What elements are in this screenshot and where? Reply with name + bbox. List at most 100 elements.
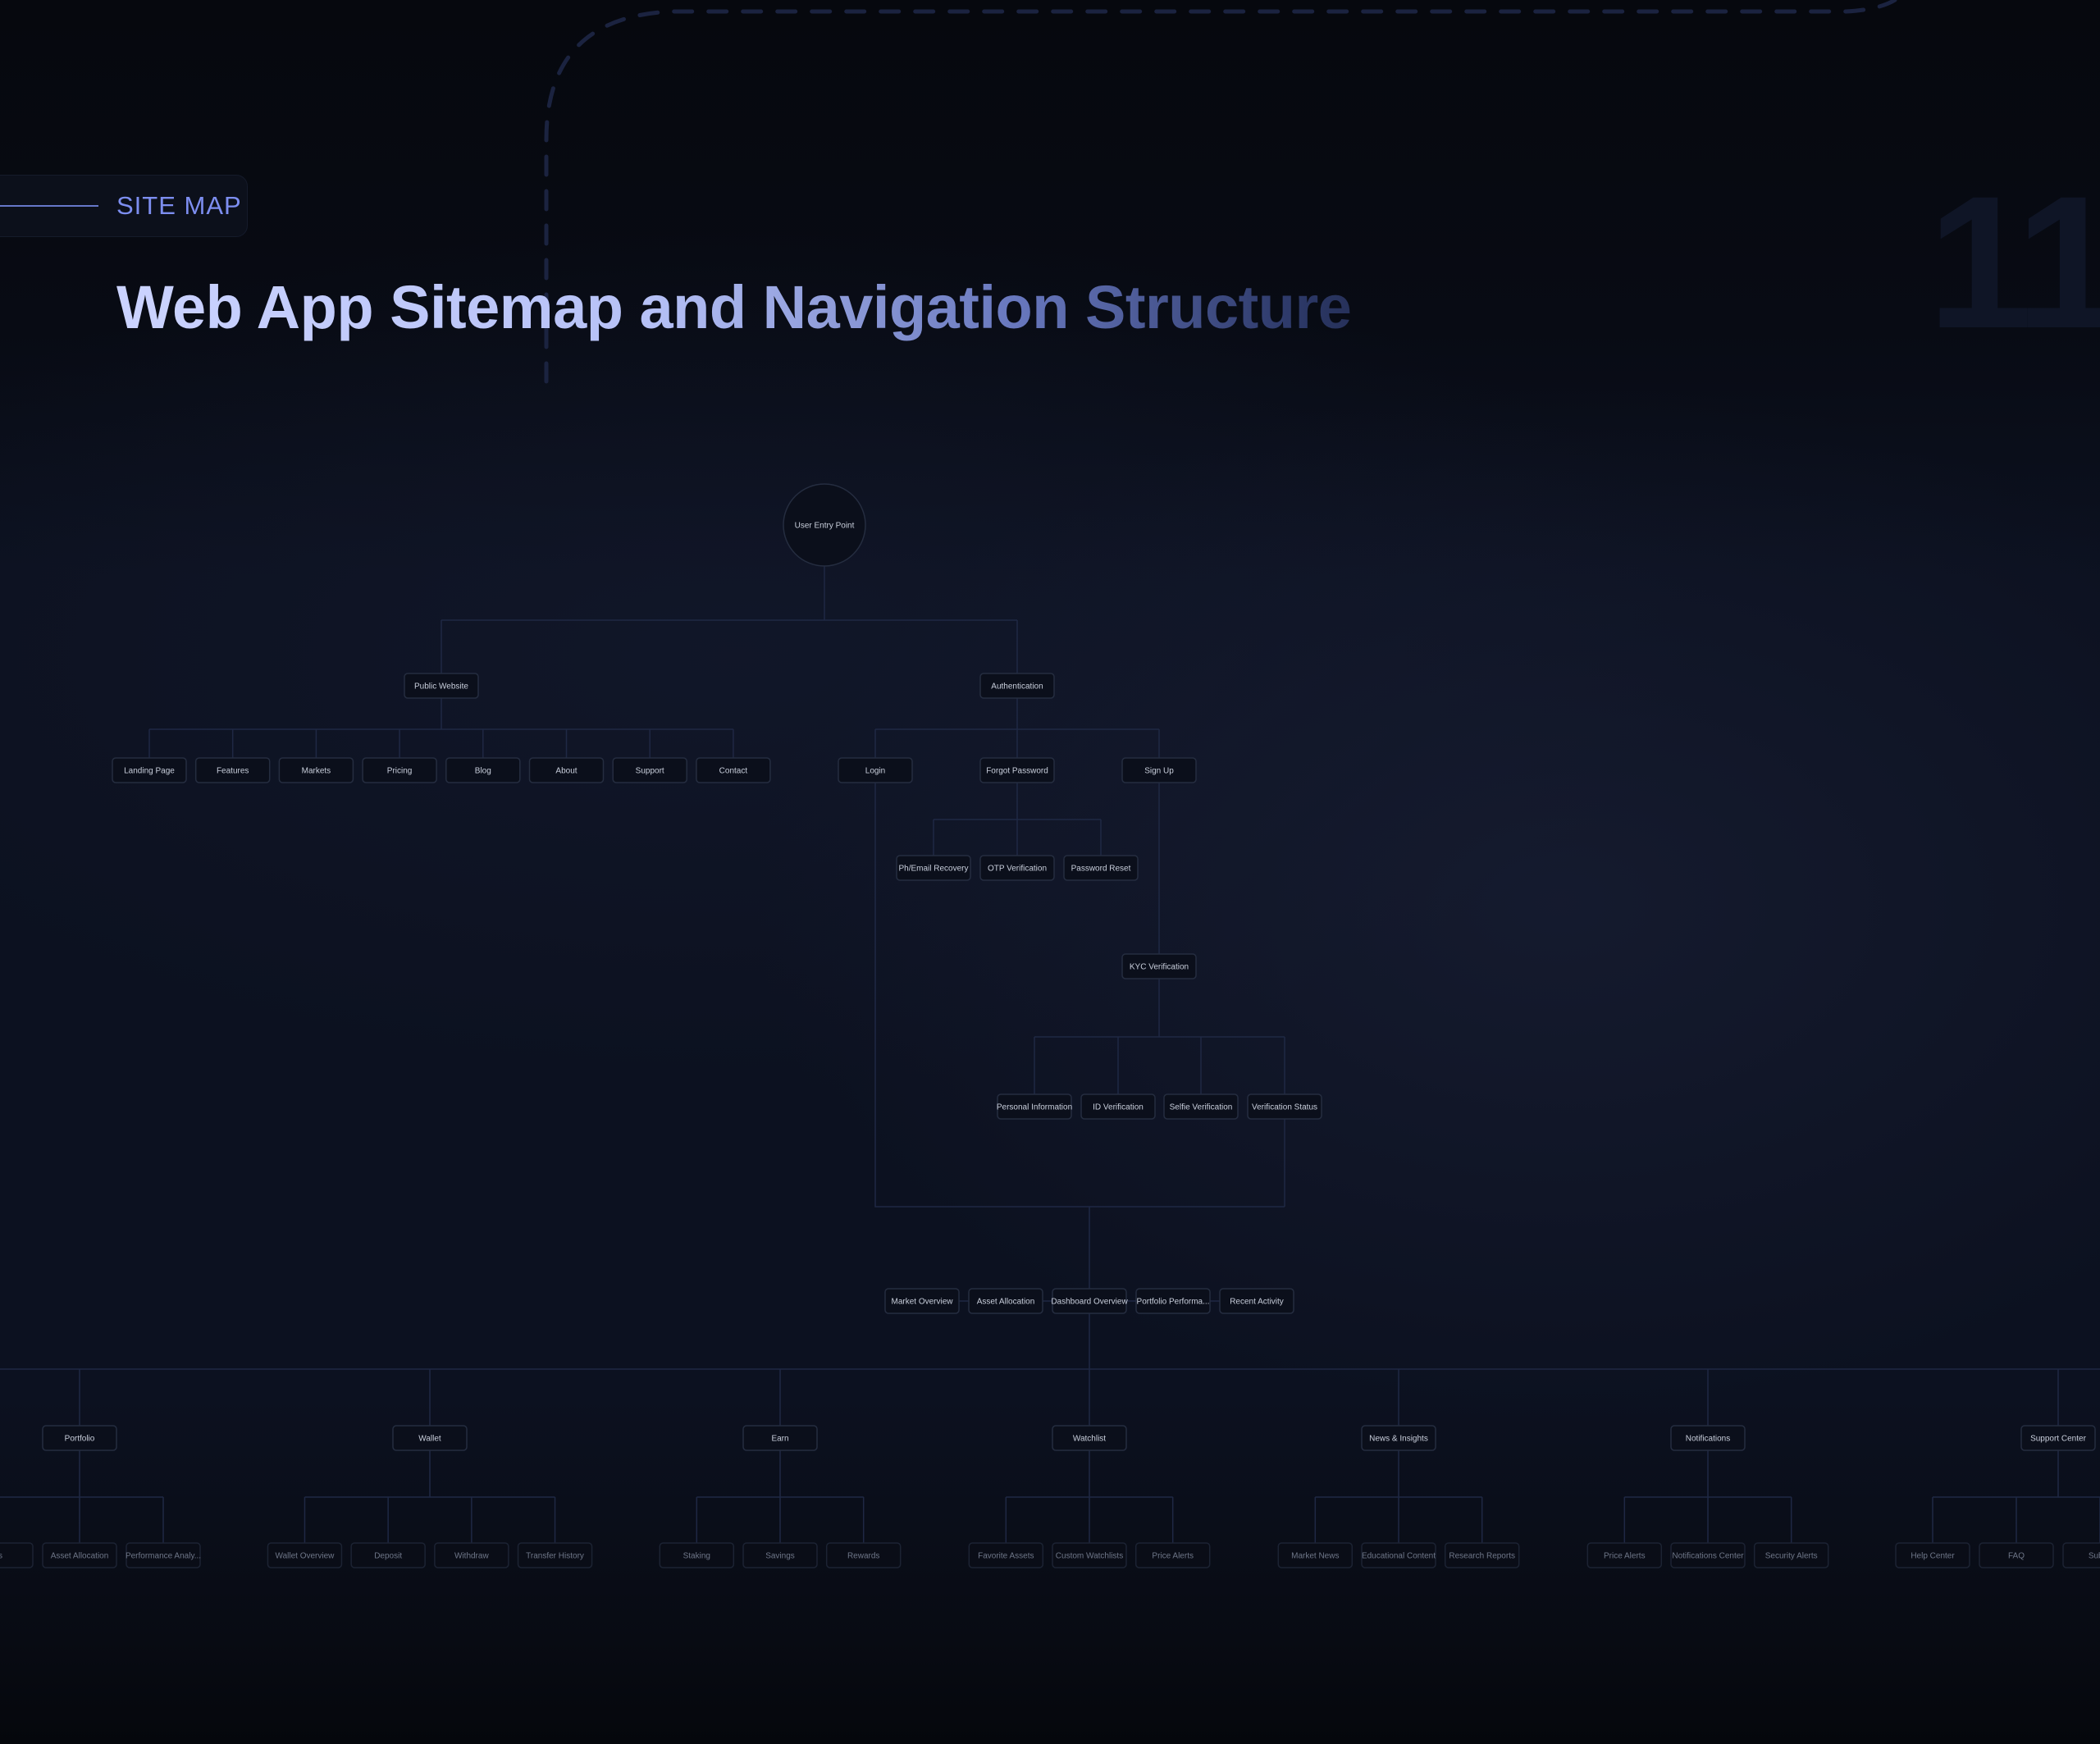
- node-label: Performance Analy...: [126, 1552, 201, 1561]
- node-label: Rewards: [847, 1552, 879, 1561]
- node-label: User Entry Point: [795, 522, 855, 531]
- node-deposit: Deposit: [350, 1542, 426, 1568]
- node-label: Educational Content: [1362, 1552, 1436, 1561]
- node-asset-allocation: Asset Allocation: [968, 1288, 1043, 1314]
- node-label: Earn: [771, 1435, 788, 1444]
- node-kyc-verification: KYC Verification: [1121, 953, 1197, 979]
- node-label: FAQ: [2008, 1552, 2025, 1561]
- node-label: Blog: [475, 767, 491, 776]
- node-watchlist: Watchlist: [1052, 1425, 1127, 1451]
- node-forgot-password: Forgot Password: [979, 757, 1055, 783]
- node-transfer-history: Transfer History: [517, 1542, 593, 1568]
- node-label: Market News: [1291, 1552, 1339, 1561]
- node-portfolio: Portfolio: [42, 1425, 117, 1451]
- node-news-insights: News & Insights: [1361, 1425, 1436, 1451]
- node-label: ID Verification: [1093, 1103, 1144, 1112]
- node-label: Selfie Verification: [1170, 1103, 1233, 1112]
- node-label: Security Alerts: [1765, 1552, 1818, 1561]
- sitemap-diagram: User Entry Point Public Website Authentica…: [0, 483, 2100, 1568]
- node-help-center: Help Center: [1895, 1542, 1970, 1568]
- node-label: Staking: [683, 1552, 710, 1561]
- node-market-news: Market News: [1277, 1542, 1354, 1568]
- node-label: Market Overview: [891, 1298, 953, 1307]
- node-label: OTP Verification: [988, 865, 1047, 874]
- node-label: Submi: [2089, 1552, 2100, 1561]
- node-label: Forgot Password: [986, 767, 1048, 776]
- node-label: Markets: [302, 767, 331, 776]
- node-user-entry-point: User Entry Point: [783, 483, 866, 567]
- node-staking: Staking: [659, 1542, 735, 1568]
- node-label: Help Center: [1911, 1552, 1955, 1561]
- node-portfolio-performa: Portfolio Performa...: [1135, 1288, 1211, 1314]
- node-recent-activity: Recent Activity: [1219, 1288, 1294, 1314]
- node-support-center: Support Center: [2020, 1425, 2096, 1451]
- sitemap-connectors: [0, 566, 2100, 1543]
- node-label: Research Reports: [1449, 1552, 1515, 1561]
- node-label: Portfolio: [65, 1435, 95, 1444]
- node-verification-status: Verification Status: [1247, 1093, 1322, 1120]
- node-landing-page: Landing Page: [112, 757, 187, 783]
- node-label: Landing Page: [124, 767, 175, 776]
- sitemap-nodes: User Entry Point Public Website Authentica…: [0, 483, 2100, 1568]
- node-savings: Savings: [742, 1542, 818, 1568]
- node-price-alerts: Price Alerts: [1586, 1542, 1663, 1568]
- node-faq: FAQ: [1979, 1542, 2054, 1568]
- node-performance-analy: Performance Analy...: [126, 1542, 201, 1568]
- node-label: Savings: [765, 1552, 795, 1561]
- node-withdraw: Withdraw: [434, 1542, 509, 1568]
- node-contact: Contact: [696, 757, 771, 783]
- node-selfie-verification: Selfie Verification: [1163, 1093, 1239, 1120]
- node-pricing: Pricing: [362, 757, 437, 783]
- node-label: Notifications: [1686, 1435, 1730, 1444]
- node-personal-information: Personal Information: [997, 1093, 1072, 1120]
- node-label: Contact: [719, 767, 748, 776]
- node-label: Support Center: [2030, 1435, 2086, 1444]
- node-label: Password Reset: [1071, 865, 1131, 874]
- node-label: Support: [636, 767, 664, 776]
- node-security-alerts: Security Alerts: [1753, 1542, 1829, 1568]
- node-label: Withdraw: [454, 1552, 489, 1561]
- node-label: KYC Verification: [1130, 963, 1189, 972]
- node-price-alerts: Price Alerts: [1134, 1542, 1211, 1568]
- node-features: Features: [194, 757, 271, 783]
- node-label: Wallet Overview: [276, 1552, 336, 1561]
- node-label: ngs: [0, 1552, 2, 1561]
- node-password-reset: Password Reset: [1063, 855, 1139, 881]
- node-notifications-center: Notifications Center: [1670, 1542, 1746, 1568]
- node-ngs: ngs: [0, 1542, 34, 1568]
- node-label: Public Website: [414, 683, 468, 692]
- node-about: About: [528, 757, 605, 783]
- node-label: Personal Information: [997, 1103, 1072, 1112]
- node-label: Portfolio Performa...: [1137, 1298, 1210, 1307]
- node-sign-up: Sign Up: [1121, 757, 1197, 783]
- node-id-verification: ID Verification: [1080, 1093, 1156, 1120]
- node-market-overview: Market Overview: [884, 1288, 960, 1314]
- node-label: Price Alerts: [1152, 1552, 1194, 1561]
- node-label: News & Insights: [1369, 1435, 1428, 1444]
- node-asset-allocation: Asset Allocation: [42, 1542, 117, 1568]
- node-markets: Markets: [278, 757, 354, 783]
- node-submi: Submi: [2062, 1542, 2100, 1568]
- node-label: Authentication: [991, 683, 1043, 692]
- node-label: Deposit: [374, 1552, 402, 1561]
- node-box: [0, 1542, 34, 1568]
- node-label: Verification Status: [1252, 1103, 1317, 1112]
- node-educational-content: Educational Content: [1361, 1542, 1436, 1568]
- node-blog: Blog: [445, 757, 521, 783]
- node-notifications: Notifications: [1670, 1425, 1746, 1451]
- node-support: Support: [612, 757, 687, 783]
- node-rewards: Rewards: [825, 1542, 902, 1568]
- node-label: Wallet: [418, 1435, 441, 1444]
- node-label: Price Alerts: [1604, 1552, 1646, 1561]
- node-label: Transfer History: [526, 1552, 584, 1561]
- node-label: Ph/Email Recovery: [898, 865, 968, 874]
- node-earn: Earn: [742, 1425, 818, 1451]
- connector-line: [874, 783, 1285, 1208]
- node-dashboard-overview: Dashboard Overview: [1051, 1288, 1128, 1314]
- node-label: Dashboard Overview: [1051, 1298, 1128, 1307]
- node-label: About: [555, 767, 577, 776]
- node-label: Features: [217, 767, 249, 776]
- node-custom-watchlists: Custom Watchlists: [1052, 1542, 1127, 1568]
- node-ph-email-recovery: Ph/Email Recovery: [896, 855, 971, 881]
- node-wallet: Wallet: [392, 1425, 468, 1451]
